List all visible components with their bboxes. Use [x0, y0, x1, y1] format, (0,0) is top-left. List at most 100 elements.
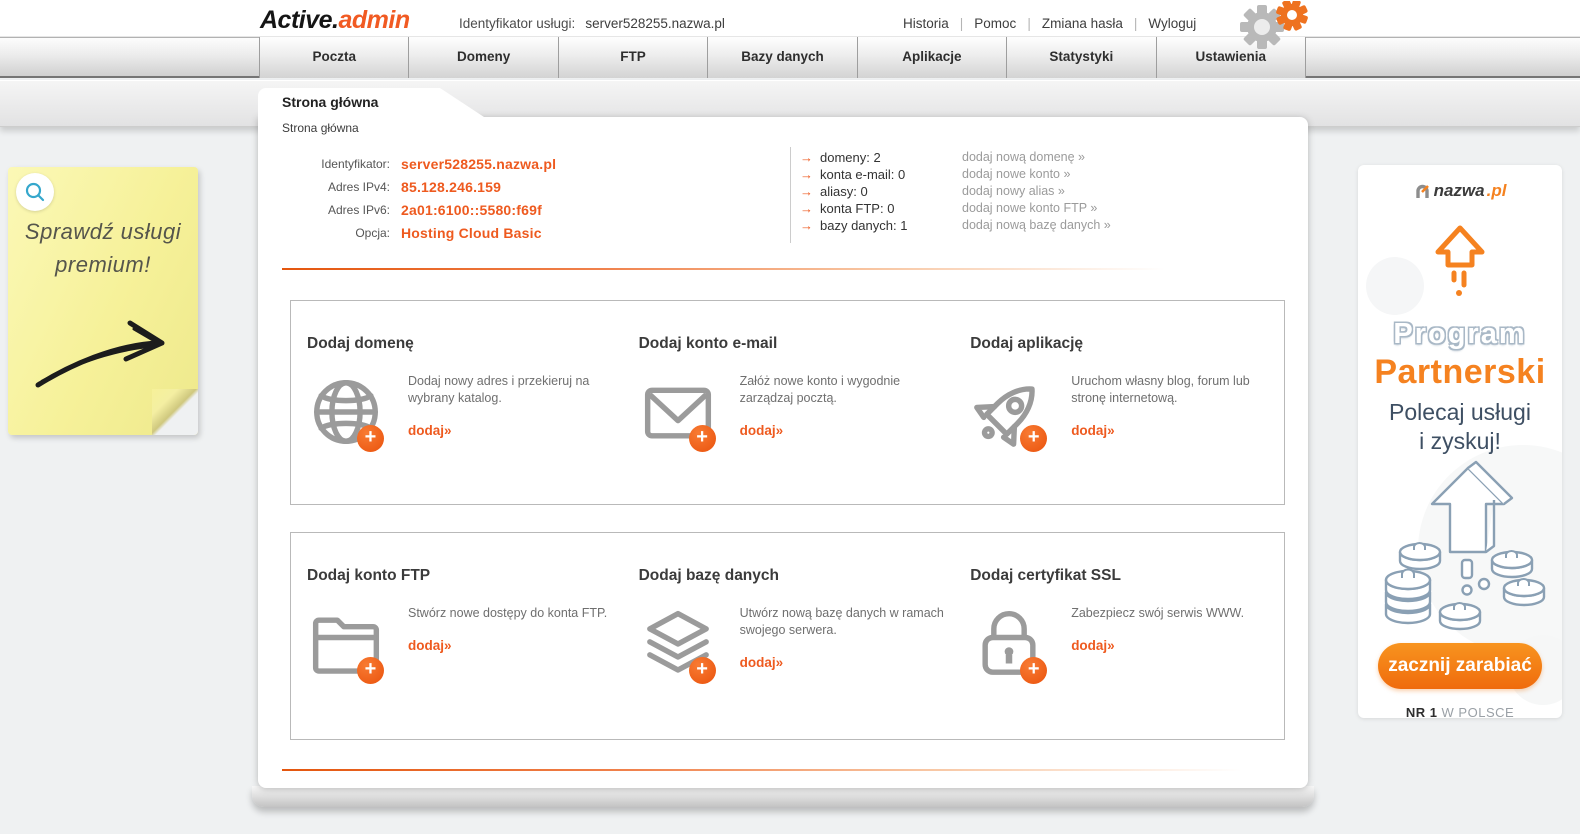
add-plus-badge[interactable]: + — [1020, 657, 1048, 684]
tab-strona-glowna[interactable]: Strona główna — [258, 88, 484, 117]
main-content-panel: Strona główna Identyfikator: server52825… — [258, 117, 1308, 788]
header-link-logout[interactable]: Wyloguj — [1148, 16, 1196, 31]
tab-poczta[interactable]: Poczta — [260, 37, 410, 78]
arrow-icon: → — [800, 201, 813, 216]
ad-subtitle-line2: i zyskuj! — [1419, 427, 1501, 454]
info-value-option: Hosting Cloud Basic — [401, 225, 542, 241]
info-label: Adres IPv4: — [327, 180, 390, 194]
info-value-identifier: server528255.nazwa.pl — [401, 156, 557, 172]
card-row-1: Dodaj domenę + Dodaj nowy adres i przeki… — [290, 300, 1285, 505]
service-identifier: Identyfikator usługi: server528255.nazwa.… — [459, 16, 725, 31]
card-description: Uruchom własny blog, forum lub stronę in… — [1071, 374, 1250, 405]
breadcrumb: Strona główna — [282, 121, 359, 135]
folder-icon: + — [307, 605, 387, 685]
add-plus-badge[interactable]: + — [688, 657, 716, 684]
info-label: Identyfikator: — [321, 157, 390, 171]
partner-program-banner[interactable]: nazwa .pl Program Partnerski Polecaj usłu… — [1358, 165, 1562, 718]
app-logo: Active.admin — [260, 6, 410, 35]
card-add-ssl: Dodaj certyfikat SSL + Zabezpiecz swój s… — [954, 533, 1286, 739]
separator-line — [282, 769, 1282, 771]
ad-footnote: NR 1 W POLSCE — [1358, 705, 1562, 719]
gears-icon — [1216, 0, 1310, 56]
rocket-icon: + — [970, 373, 1050, 453]
promo-note-line1: Sprawdź usługi — [24, 219, 182, 244]
info-row-ipv6: Adres IPv6: 2a01:6100::5580:f69f — [282, 199, 556, 221]
stat-label-ftp: konta FTP: 0 — [820, 201, 895, 216]
search-icon[interactable] — [16, 173, 54, 211]
padlock-icon: + — [970, 605, 1050, 685]
add-domain-card-link[interactable]: dodaj» — [408, 423, 452, 438]
add-plus-badge[interactable]: + — [357, 657, 384, 684]
ad-subtitle: Polecaj usługi i zyskuj! — [1358, 398, 1562, 456]
stat-label-aliases: aliasy: 0 — [820, 184, 868, 199]
add-domain-link[interactable]: dodaj nową domenę » — [962, 149, 1085, 166]
info-row-option: Opcja: Hosting Cloud Basic — [282, 222, 556, 244]
nazwa-pl-logo: nazwa .pl — [1358, 181, 1562, 201]
arrow-icon: → — [800, 150, 813, 165]
arrow-icon: → — [800, 184, 813, 199]
add-ftp-card-link[interactable]: dodaj» — [408, 638, 452, 653]
header-link-change-password[interactable]: Zmiana hasła — [1042, 16, 1123, 31]
tab-statystyki[interactable]: Statystyki — [1007, 37, 1157, 78]
stat-label-email: konta e-mail: 0 — [820, 167, 906, 182]
info-row-ipv4: Adres IPv4: 85.128.246.159 — [282, 176, 556, 198]
hand-drawn-arrow-icon — [30, 307, 180, 402]
card-description: Załóż nowe konto i wygodnie zarządzaj po… — [739, 374, 901, 405]
coins-illustration — [1358, 460, 1562, 641]
add-email-link[interactable]: dodaj nowe konto » — [962, 166, 1070, 183]
add-email-card-link[interactable]: dodaj» — [740, 423, 784, 438]
card-description: Dodaj nowy adres i przekieruj na wybrany… — [408, 374, 590, 405]
service-value: server528255.nazwa.pl — [585, 16, 725, 31]
vertical-divider — [790, 147, 791, 243]
main-nav: Poczta Domeny FTP Bazy danych Aplikacje … — [259, 37, 1306, 78]
service-label: Identyfikator usługi: — [459, 16, 576, 31]
globe-icon: + — [307, 373, 387, 453]
info-value-ipv4: 85.128.246.159 — [401, 179, 502, 195]
brand-tld: .pl — [1486, 181, 1507, 200]
add-application-card-link[interactable]: dodaj» — [1071, 423, 1115, 438]
add-ftp-link[interactable]: dodaj nowe konto FTP » — [962, 200, 1097, 217]
logo-part1: Active. — [260, 6, 339, 34]
add-ssl-card-link[interactable]: dodaj» — [1071, 638, 1115, 653]
card-description: Stwórz nowe dostępy do konta FTP. — [408, 606, 608, 620]
stat-row-domains: → domeny: 2 dodaj nową domenę » — [800, 149, 1111, 166]
stat-row-aliases: → aliasy: 0 dodaj nowy alias » — [800, 183, 1111, 200]
stat-row-email: → konta e-mail: 0 dodaj nowe konto » — [800, 166, 1111, 183]
tab-aplikacje[interactable]: Aplikacje — [857, 37, 1008, 78]
tab-bazy-danych[interactable]: Bazy danych — [708, 37, 858, 78]
card-title: Dodaj aplikację — [970, 335, 1084, 352]
link-separator: | — [1027, 16, 1031, 31]
add-plus-badge[interactable]: + — [1020, 425, 1048, 452]
arrow-icon: → — [800, 167, 813, 182]
premium-promo-note[interactable]: Sprawdź usługi premium! — [8, 167, 198, 435]
promo-note-text: Sprawdź usługi premium! — [8, 215, 198, 281]
promo-note-line2: premium! — [55, 252, 151, 277]
add-plus-badge[interactable]: + — [357, 425, 384, 452]
card-description: Zabezpiecz swój serwis WWW. — [1071, 606, 1245, 620]
home-tab-label: Strona główna — [282, 94, 379, 110]
card-description: Utwórz nową bazę danych w ramach swojego… — [739, 606, 944, 637]
info-row-identifier: Identyfikator: server528255.nazwa.pl — [282, 153, 556, 175]
stat-row-databases: → bazy danych: 1 dodaj nową bazę danych … — [800, 217, 1111, 234]
add-database-link[interactable]: dodaj nową bazę danych » — [962, 217, 1111, 234]
header-link-history[interactable]: Historia — [903, 16, 949, 31]
header-links: Historia | Pomoc | Zmiana hasła | Wyloguj — [903, 16, 1196, 31]
add-database-card-link[interactable]: dodaj» — [740, 655, 784, 670]
start-earning-button[interactable]: zacznij zarabiać — [1378, 642, 1542, 689]
tab-ftp[interactable]: FTP — [558, 37, 709, 78]
envelope-icon: + — [639, 373, 719, 453]
note-curl — [152, 389, 198, 435]
info-label: Opcja: — [355, 226, 390, 240]
stat-label-databases: bazy danych: 1 — [820, 218, 908, 233]
add-plus-badge[interactable]: + — [688, 425, 716, 452]
panel-footer-bar — [252, 786, 1314, 807]
header-link-help[interactable]: Pomoc — [974, 16, 1016, 31]
card-title: Dodaj domenę — [307, 335, 414, 352]
link-separator: | — [1133, 16, 1138, 31]
tab-domeny[interactable]: Domeny — [409, 37, 559, 78]
card-title: Dodaj certyfikat SSL — [970, 567, 1121, 584]
card-row-2: Dodaj konto FTP + Stwórz nowe dostępy do… — [290, 532, 1285, 740]
card-add-domain: Dodaj domenę + Dodaj nowy adres i przeki… — [291, 301, 623, 504]
add-alias-link[interactable]: dodaj nowy alias » — [962, 183, 1065, 200]
card-title: Dodaj konto FTP — [307, 567, 431, 584]
